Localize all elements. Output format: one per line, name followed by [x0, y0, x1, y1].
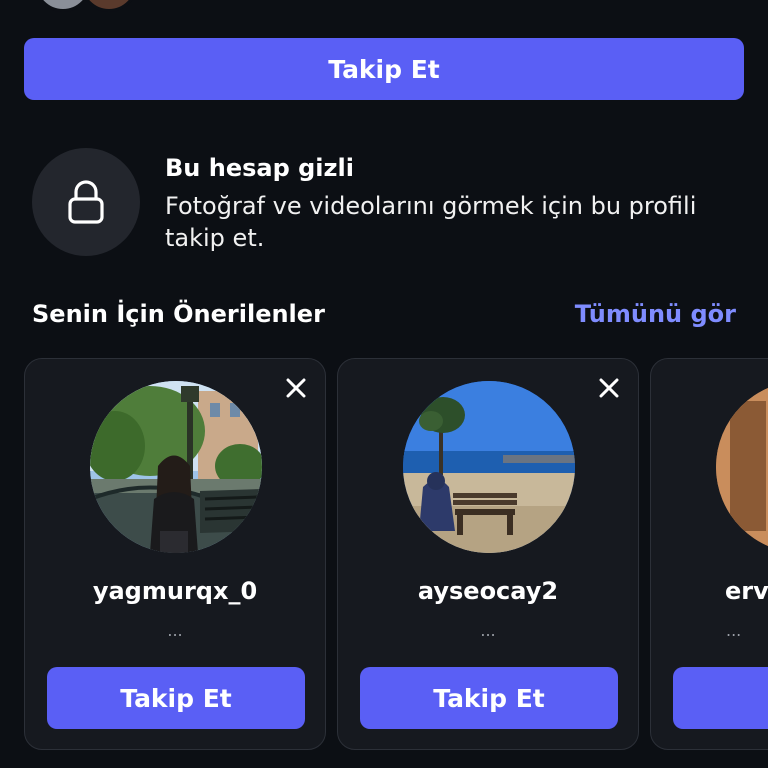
close-icon[interactable]	[596, 375, 622, 401]
follow-button[interactable]: Takip Et	[47, 667, 305, 729]
profile-page: Takip Et Bu hesap gizli Fotoğraf ve vide…	[0, 0, 768, 768]
suggestion-subtitle: ...	[480, 621, 496, 640]
avatar	[80, 0, 138, 12]
suggestion-username[interactable]: yagmurqx_0	[25, 577, 325, 605]
suggestion-subtitle: ...	[167, 621, 183, 640]
avatar[interactable]	[403, 381, 575, 553]
suggestion-card[interactable]: erv ... Ta	[650, 358, 768, 750]
see-all-link[interactable]: Tümünü gör	[575, 300, 736, 328]
suggestions-header: Senin İçin Önerilenler Tümünü gör	[32, 298, 736, 334]
suggestion-card[interactable]: yagmurqx_0 ... Takip Et	[24, 358, 326, 750]
suggestions-carousel[interactable]: yagmurqx_0 ... Takip Et ayseocay2 ... Ta…	[24, 358, 768, 752]
avatar[interactable]	[716, 381, 768, 553]
private-account-title: Bu hesap gizli	[165, 154, 354, 182]
private-account-notice: Bu hesap gizli Fotoğraf ve videolarını g…	[32, 146, 732, 258]
suggestion-subtitle: ...	[726, 621, 742, 640]
close-icon[interactable]	[283, 375, 309, 401]
follow-button[interactable]: Takip Et	[24, 38, 744, 100]
suggestion-username[interactable]: erv	[651, 577, 768, 605]
suggestion-username[interactable]: ayseocay2	[338, 577, 638, 605]
lock-icon-circle	[32, 148, 140, 256]
follow-button[interactable]: Takip Et	[360, 667, 618, 729]
avatar[interactable]	[90, 381, 262, 553]
private-account-description: Fotoğraf ve videolarını görmek için bu p…	[165, 192, 697, 252]
suggestion-card[interactable]: ayseocay2 ... Takip Et	[337, 358, 639, 750]
follow-button[interactable]: Ta	[673, 667, 768, 729]
avatar	[34, 0, 92, 12]
lock-icon	[68, 180, 104, 224]
suggestions-title: Senin İçin Önerilenler	[32, 300, 325, 328]
